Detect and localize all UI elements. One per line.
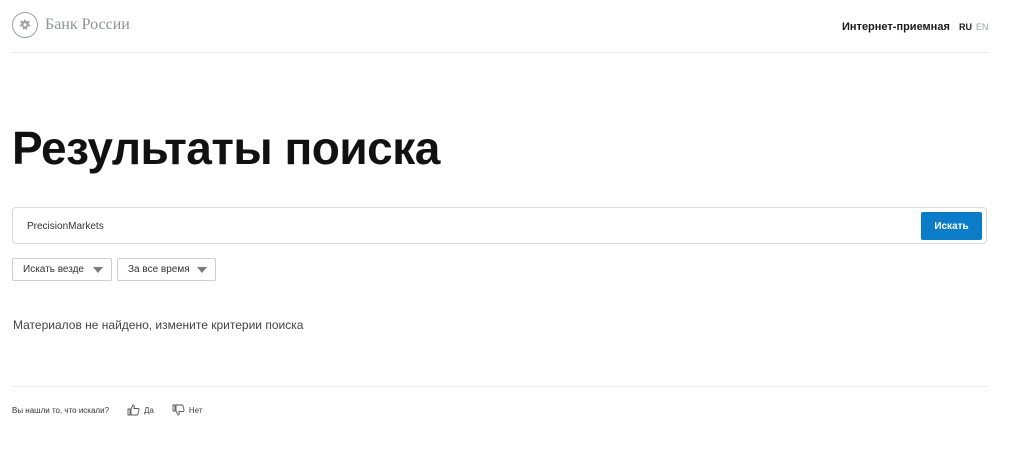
lang-en-link[interactable]: EN (976, 22, 989, 32)
feedback-question: Вы нашли то, что искали? (12, 405, 110, 415)
feedback-yes-label: Да (144, 405, 154, 415)
no-results-message: Материалов не найдено, измените критерии… (13, 318, 304, 332)
thumbs-down-icon (172, 404, 185, 416)
caret-down-icon (93, 267, 103, 273)
feedback-yes-button[interactable]: Да (123, 404, 154, 416)
search-bar: Искать (12, 207, 987, 244)
feedback-no-label: Нет (188, 405, 203, 415)
site-header: Банк России Интернет-приемная RU EN (12, 0, 989, 53)
search-scope-label: Искать везде (23, 264, 84, 275)
logo[interactable]: Банк России (12, 12, 130, 38)
search-button[interactable]: Искать (921, 212, 982, 240)
caret-down-icon (197, 267, 207, 273)
internet-reception-link[interactable]: Интернет-приемная (842, 21, 950, 33)
search-input[interactable] (27, 216, 907, 236)
divider (12, 386, 988, 387)
eagle-emblem-icon (12, 12, 38, 38)
thumbs-up-icon (127, 404, 140, 416)
page-title: Результаты поиска (12, 122, 440, 174)
logo-text: Банк России (45, 16, 130, 33)
time-range-label: За все время (128, 264, 190, 275)
search-scope-dropdown[interactable]: Искать везде (12, 258, 112, 281)
time-range-dropdown[interactable]: За все время (117, 258, 216, 281)
feedback-bar: Вы нашли то, что искали? Да Нет (12, 404, 203, 416)
lang-ru-link[interactable]: RU (959, 22, 972, 32)
feedback-no-button[interactable]: Нет (168, 404, 203, 416)
